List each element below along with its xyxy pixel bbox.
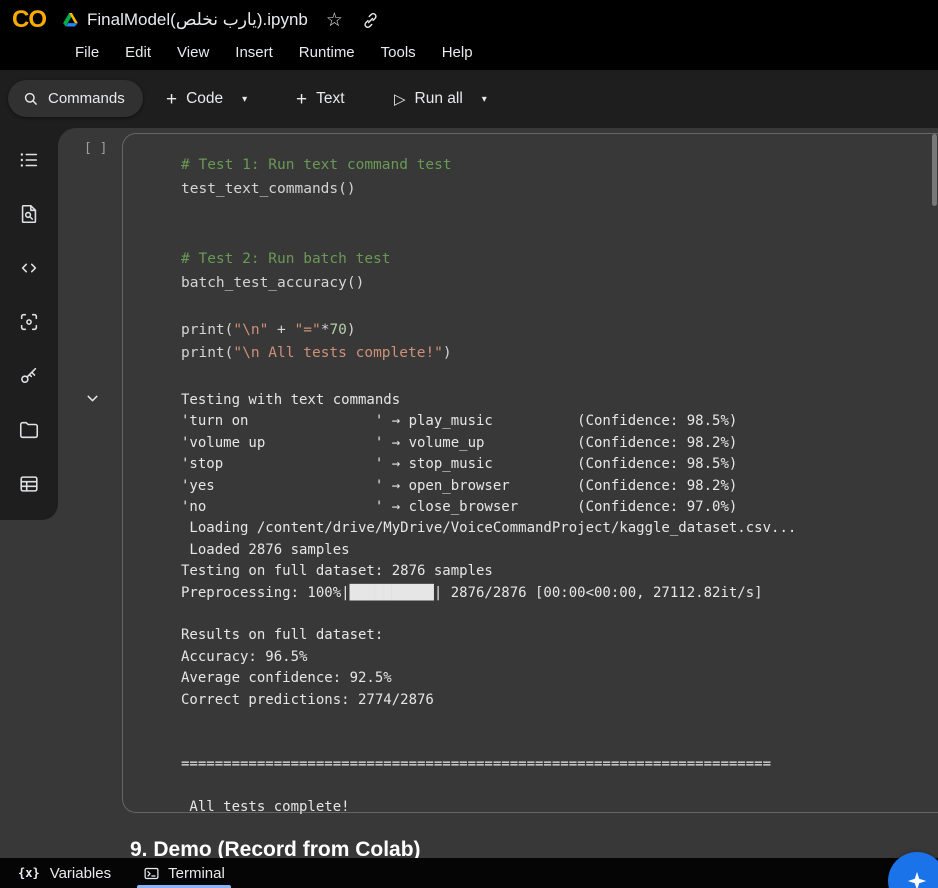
bottom-bar: {x} Variables Terminal [0,858,938,888]
output-line: 'volume up ' → volume_up (Confidence: 98… [181,433,796,454]
commands-label: Commands [48,90,125,107]
menu-file[interactable]: File [62,37,112,68]
output-line [181,711,796,732]
star-icon[interactable]: ☆ [326,11,343,30]
plus-icon: + [296,90,307,109]
variables-label: Variables [50,865,111,882]
code-line[interactable]: # Test 2: Run batch test [181,248,452,272]
menu-edit[interactable]: Edit [112,37,164,68]
play-icon: ▷ [394,90,406,108]
output-line: All tests complete! [181,797,796,818]
collapse-output-chevron-icon[interactable] [84,390,101,407]
add-text-button[interactable]: + Text [288,82,353,116]
menu-tools[interactable]: Tools [368,37,429,68]
code-cell[interactable]: # Test 1: Run text command testtest_text… [122,133,938,813]
data-table-icon[interactable] [9,464,49,504]
output-line: Preprocessing: 100%|██████████| 2876/287… [181,583,796,604]
cell-output: Testing with text commands'turn on ' → p… [181,390,796,818]
notebook-title[interactable]: FinalModel(يارب نخلص).ipynb [87,10,308,30]
commands-button[interactable]: Commands [8,80,143,117]
cell-run-indicator[interactable]: [ ] [84,141,107,156]
output-line: Testing with text commands [181,390,796,411]
spark-icon [906,870,928,888]
output-line: Accuracy: 96.5% [181,647,796,668]
code-editor[interactable]: # Test 1: Run text command testtest_text… [181,154,452,366]
find-and-replace-icon[interactable] [9,194,49,234]
chevron-down-icon[interactable]: ▾ [482,94,487,105]
terminal-icon [143,865,160,882]
output-line [181,604,796,625]
plus-icon: + [166,90,177,109]
run-all-label: Run all [415,90,463,108]
files-folder-icon[interactable] [9,410,49,450]
output-line: Correct predictions: 2774/2876 [181,690,796,711]
notebook-surface: [ ] # Test 1: Run text command testtest_… [0,128,938,858]
colab-logo[interactable]: CO [12,6,46,34]
output-line: 'turn on ' → play_music (Confidence: 98.… [181,411,796,432]
header: CO FinalModel(يارب نخلص).ipynb ☆ FileEdi… [0,0,938,70]
menu-bar: FileEditViewInsertRuntimeToolsHelp [62,37,486,68]
code-line[interactable] [181,295,452,319]
code-line[interactable]: test_text_commands() [181,178,452,202]
output-line: Results on full dataset: [181,625,796,646]
terminal-label: Terminal [168,865,225,882]
chevron-down-icon[interactable]: ▾ [242,94,247,105]
output-line: 'yes ' → open_browser (Confidence: 98.2%… [181,476,796,497]
menu-view[interactable]: View [164,37,222,68]
google-drive-icon [62,12,79,28]
code-snippets-icon[interactable] [9,248,49,288]
sidebar-rail [0,128,58,520]
output-line [181,775,796,796]
output-line: Average confidence: 92.5% [181,668,796,689]
terminal-tab[interactable]: Terminal [127,858,241,888]
secrets-key-icon[interactable] [9,356,49,396]
code-line[interactable]: print("\n All tests complete!") [181,342,452,366]
add-text-label: Text [316,90,344,108]
output-line: Testing on full dataset: 2876 samples [181,561,796,582]
code-line[interactable] [181,225,452,249]
output-line: 'stop ' → stop_music (Confidence: 98.5%) [181,454,796,475]
run-all-button[interactable]: ▷ Run all ▾ [386,82,495,116]
code-line[interactable]: batch_test_accuracy() [181,272,452,296]
rounded-corner [58,128,76,146]
code-line[interactable] [181,201,452,225]
add-code-button[interactable]: + Code ▾ [158,82,255,116]
variables-tab[interactable]: {x} Variables [0,858,127,888]
add-code-label: Code [186,90,223,108]
code-line[interactable]: # Test 1: Run text command test [181,154,452,178]
output-line [181,733,796,754]
menu-runtime[interactable]: Runtime [286,37,368,68]
output-line: Loaded 2876 samples [181,540,796,561]
output-line: ========================================… [181,754,796,775]
eye-scanner-icon[interactable] [9,302,49,342]
output-line: 'no ' → close_browser (Confidence: 97.0%… [181,497,796,518]
link-icon[interactable] [361,11,380,30]
table-of-contents-icon[interactable] [9,140,49,180]
search-icon [22,90,39,107]
code-line[interactable]: print("\n" + "="*70) [181,319,452,343]
variables-icon: {x} [16,865,42,881]
toolbar: Commands + Code ▾ + Text ▷ Run all ▾ [0,70,938,128]
menu-help[interactable]: Help [429,37,486,68]
menu-insert[interactable]: Insert [222,37,286,68]
output-line: Loading /content/drive/MyDrive/VoiceComm… [181,518,796,539]
